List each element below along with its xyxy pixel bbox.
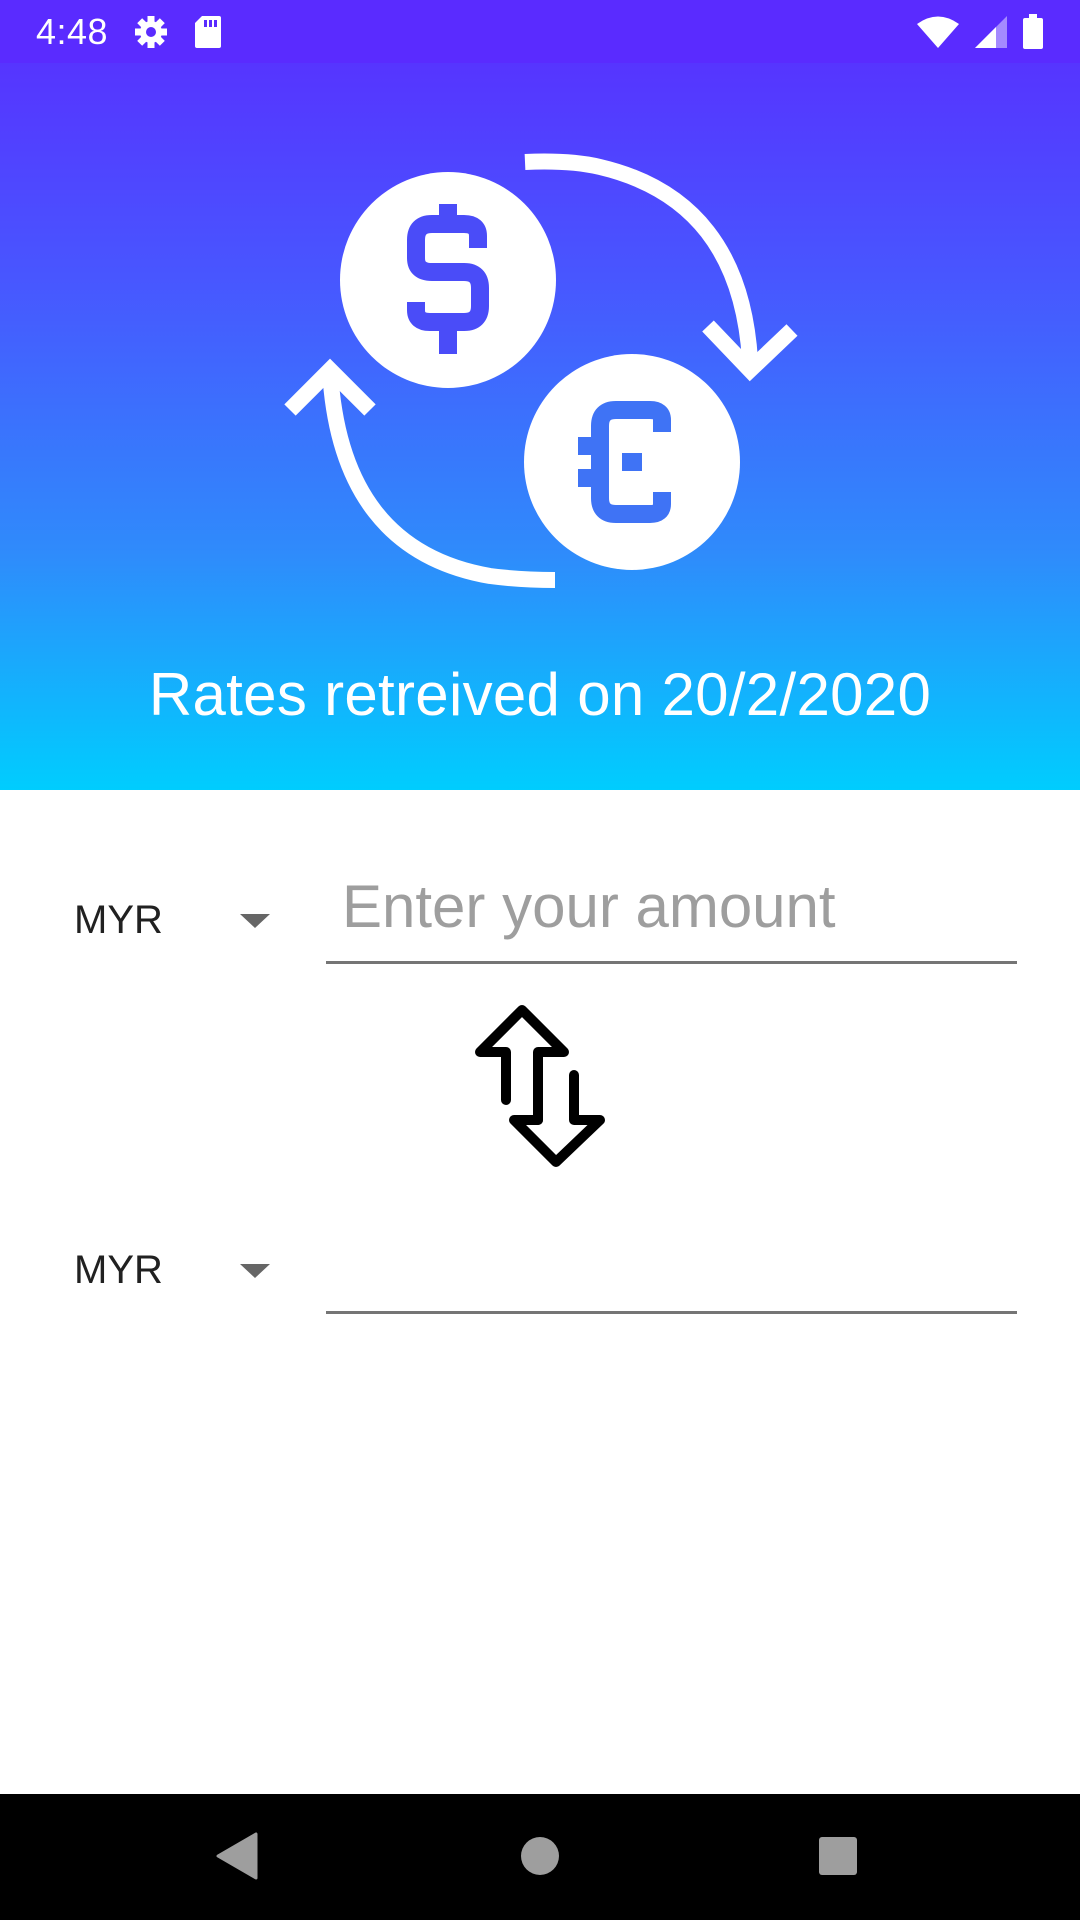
- amount-input[interactable]: [326, 860, 1017, 964]
- dropdown-arrow-icon: [240, 1264, 270, 1278]
- recents-icon[interactable]: [817, 1832, 859, 1880]
- currency-converter-screen: Rates retreived on 20/2/2020 4:48 MYR En…: [0, 0, 1080, 1920]
- from-currency-dropdown[interactable]: MYR: [52, 860, 282, 980]
- from-currency-row: MYR: [0, 860, 1080, 980]
- dropdown-arrow-icon: [240, 914, 270, 928]
- rates-date-text: Rates retreived on 20/2/2020: [148, 661, 932, 728]
- wifi-icon: [917, 16, 959, 48]
- navigation-bar: [0, 1794, 1080, 1920]
- cell-signal-icon: [975, 15, 1007, 48]
- header-banner: Rates retreived on 20/2/2020: [0, 0, 1080, 790]
- to-currency-dropdown[interactable]: MYR: [52, 1210, 282, 1330]
- home-icon[interactable]: [519, 1832, 561, 1880]
- to-currency-label: MYR: [74, 1247, 163, 1292]
- from-currency-label: MYR: [74, 897, 163, 942]
- swap-vertical-icon[interactable]: [470, 1000, 610, 1175]
- sd-card-icon: [195, 15, 222, 48]
- status-bar: 4:48: [0, 0, 1080, 63]
- status-time: 4:48: [36, 10, 109, 52]
- back-icon[interactable]: [216, 1832, 260, 1880]
- settings-icon: [135, 15, 168, 48]
- to-currency-row: MYR: [0, 1210, 1080, 1330]
- currency-exchange-icon: [284, 153, 798, 588]
- battery-icon: [1023, 13, 1043, 49]
- converted-amount-field[interactable]: [326, 1210, 1017, 1314]
